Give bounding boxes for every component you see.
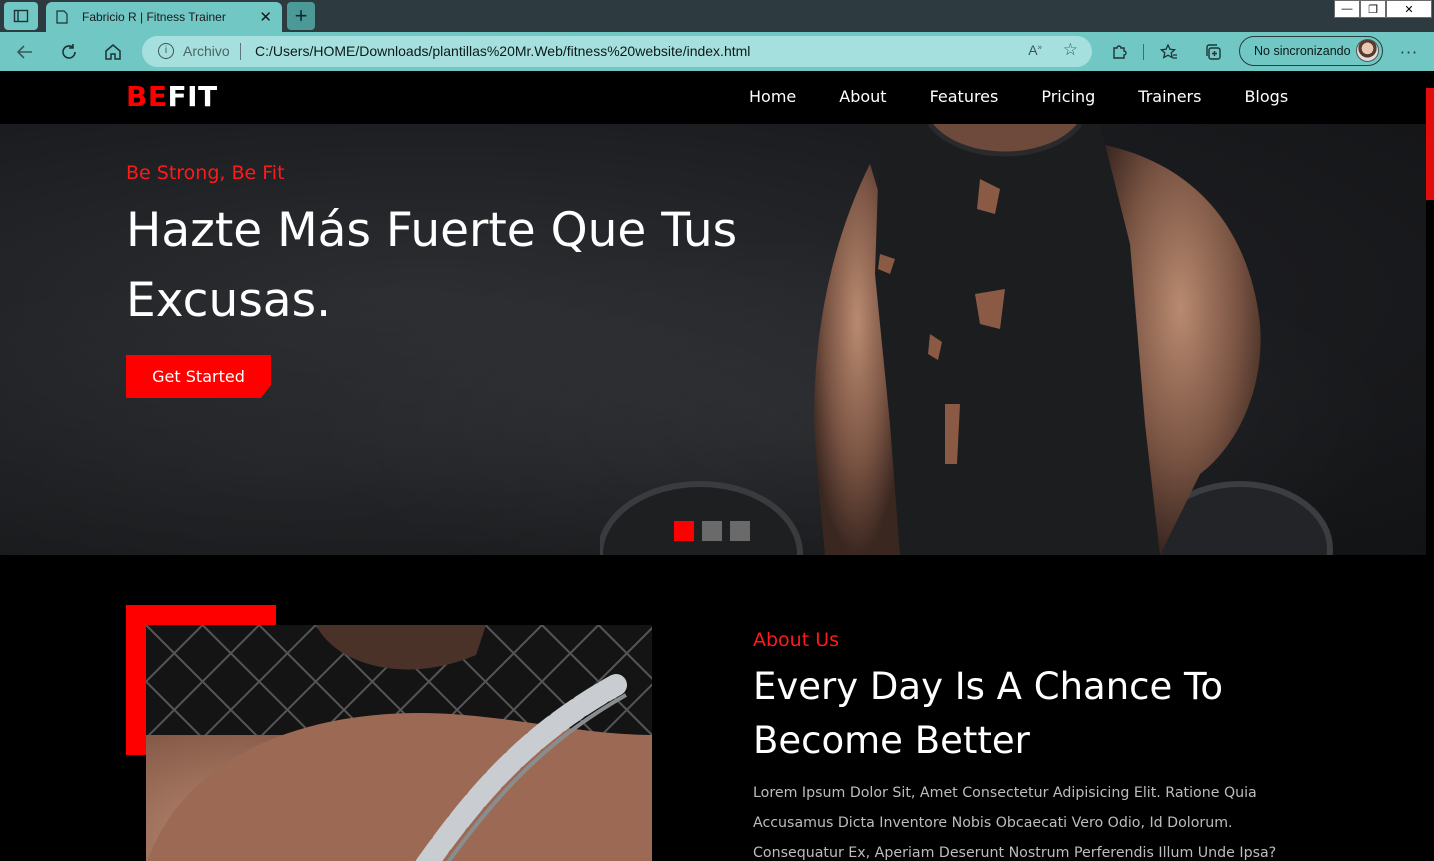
about-image — [146, 625, 652, 861]
profile-button[interactable]: No sincronizando — [1239, 36, 1383, 66]
hero-athlete-image — [600, 124, 1333, 555]
about-title: Every Day Is A Chance To Become Better — [753, 665, 1223, 762]
more-menu-button[interactable]: ··· — [1397, 40, 1421, 64]
back-arrow-icon — [16, 45, 32, 59]
nav-blogs[interactable]: Blogs — [1244, 87, 1288, 106]
nav-home[interactable]: Home — [749, 87, 796, 106]
add-favorite-icon[interactable]: ☆ — [1063, 40, 1078, 60]
extensions-button[interactable] — [1108, 40, 1132, 64]
slider-dot-1[interactable] — [674, 521, 694, 541]
tab-title: Fabricio R | Fitness Trainer — [82, 10, 226, 24]
nav-about[interactable]: About — [839, 87, 886, 106]
favorites-button[interactable] — [1157, 40, 1181, 64]
about-section: About Us Every Day Is A Chance To Become… — [0, 555, 1426, 861]
page-icon — [56, 10, 68, 24]
slider-dot-3[interactable] — [730, 521, 750, 541]
chain-fence-image — [146, 625, 652, 861]
address-separator — [240, 43, 241, 60]
reload-button[interactable] — [57, 40, 81, 64]
collections-icon — [1206, 44, 1221, 60]
new-tab-button[interactable]: + — [287, 2, 315, 30]
about-label: About Us — [753, 629, 840, 651]
more-icon: ··· — [1399, 42, 1419, 62]
website: BEFIT Home About Features Pricing Traine… — [0, 71, 1426, 861]
reload-icon — [62, 44, 76, 59]
browser-toolbar: i Archivo C:/Users/HOME/Downloads/planti… — [0, 32, 1434, 71]
site-logo[interactable]: BEFIT — [126, 80, 218, 113]
profile-sync-status: No sincronizando — [1254, 44, 1351, 58]
nav-trainers[interactable]: Trainers — [1138, 87, 1201, 106]
hero-slider: Be Strong, Be Fit Hazte Más Fuerte Que T… — [0, 124, 1426, 555]
profile-avatar — [1356, 39, 1379, 62]
window-controls: — ❐ ✕ — [1334, 0, 1432, 18]
hero-subtitle: Be Strong, Be Fit — [126, 162, 285, 184]
address-scheme: Archivo — [183, 43, 230, 59]
page-scrollbar-thumb[interactable] — [1426, 88, 1434, 200]
info-icon[interactable]: i — [158, 43, 174, 59]
hero-title: Hazte Más Fuerte Que Tus Excusas. — [126, 203, 738, 328]
slider-dots — [674, 521, 750, 541]
logo-be: BE — [126, 80, 168, 113]
home-icon — [105, 44, 121, 60]
address-url[interactable]: C:/Users/HOME/Downloads/plantillas%20Mr.… — [255, 43, 750, 59]
get-started-button[interactable]: Get Started — [126, 355, 271, 398]
logo-fit: FIT — [167, 80, 218, 113]
browser-tab-active[interactable]: Fabricio R | Fitness Trainer ✕ — [46, 2, 282, 32]
close-window-button[interactable]: ✕ — [1386, 0, 1432, 18]
home-button[interactable] — [101, 40, 125, 64]
collections-button[interactable] — [1201, 40, 1225, 64]
nav-features[interactable]: Features — [930, 87, 999, 106]
browser-tab-bar: Fabricio R | Fitness Trainer ✕ + — ❐ ✕ — [0, 0, 1434, 32]
back-button[interactable] — [13, 40, 37, 64]
restore-button[interactable]: ❐ — [1360, 0, 1386, 18]
extensions-icon — [1113, 45, 1127, 59]
tab-actions-icon — [13, 9, 29, 23]
close-tab-icon[interactable]: ✕ — [259, 8, 272, 26]
minimize-button[interactable]: — — [1334, 0, 1360, 18]
read-aloud-icon[interactable]: A» — [1028, 42, 1042, 58]
about-description: Lorem Ipsum Dolor Sit, Amet Consectetur … — [753, 785, 1277, 861]
site-header: BEFIT Home About Features Pricing Traine… — [0, 71, 1426, 124]
address-bar[interactable]: i Archivo C:/Users/HOME/Downloads/planti… — [142, 36, 1092, 67]
tab-actions-button[interactable] — [4, 2, 38, 30]
toolbar-divider — [1143, 44, 1144, 60]
nav-pricing[interactable]: Pricing — [1041, 87, 1095, 106]
main-nav: Home About Features Pricing Trainers Blo… — [749, 87, 1331, 106]
slider-dot-2[interactable] — [702, 521, 722, 541]
favorites-icon — [1160, 43, 1177, 59]
